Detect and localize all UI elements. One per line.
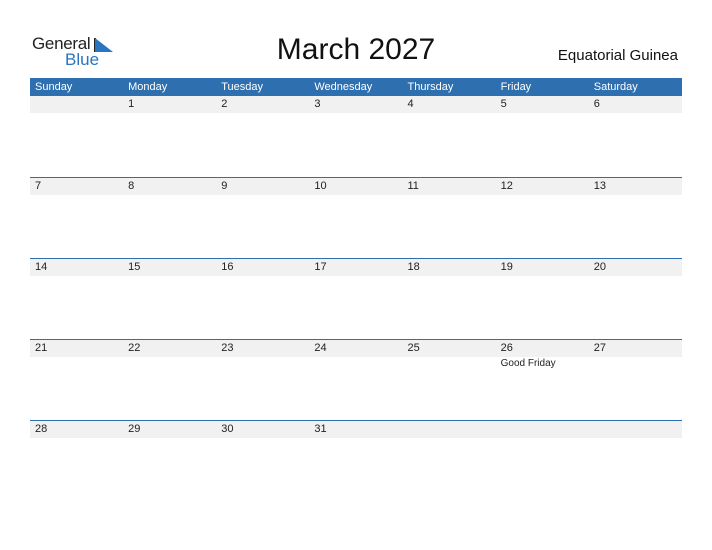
weekday-tuesday: Tuesday (221, 81, 264, 93)
week-row: 1 2 3 4 5 6 (30, 96, 682, 177)
day-number: 31 (314, 423, 327, 435)
holiday-label (403, 357, 496, 371)
day-number: 18 (407, 261, 420, 273)
day-number: 1 (128, 98, 135, 110)
week-row: 28 29 30 31 (30, 420, 682, 501)
day-number: 7 (35, 180, 42, 192)
holiday-label (123, 357, 216, 371)
day-number: 10 (314, 180, 327, 192)
day-number: 15 (128, 261, 141, 273)
weekday-thursday: Thursday (407, 81, 454, 93)
day-number: 2 (221, 98, 228, 110)
day-number: 25 (407, 342, 420, 354)
day-number: 3 (314, 98, 321, 110)
day-number: 14 (35, 261, 48, 273)
week-row: 7 8 9 10 11 12 13 (30, 177, 682, 258)
holiday-label (216, 357, 309, 371)
country-label: Equatorial Guinea (557, 47, 678, 64)
date-strip: 1 2 3 4 5 6 (30, 96, 682, 113)
day-number: 6 (593, 98, 600, 110)
day-number: 24 (314, 342, 327, 354)
day-number (496, 421, 589, 438)
day-number: 4 (407, 98, 414, 110)
date-strip: 14 15 16 17 18 19 20 (30, 258, 682, 276)
day-number: 26 (500, 342, 513, 354)
day-number: 19 (500, 261, 513, 273)
date-strip: 28 29 30 31 (30, 420, 682, 438)
week-row: 14 15 16 17 18 19 20 (30, 258, 682, 339)
holiday-label (309, 357, 402, 371)
weekday-saturday: Saturday (593, 81, 638, 93)
day-number: 17 (314, 261, 327, 273)
date-strip: 7 8 9 10 11 12 13 (30, 177, 682, 195)
weekday-wednesday: Wednesday (314, 81, 373, 93)
weekday-monday: Monday (128, 81, 168, 93)
weekday-header: Sunday Monday Tuesday Wednesday Thursday… (30, 78, 682, 96)
day-number: 22 (128, 342, 141, 354)
day-number: 16 (221, 261, 234, 273)
day-number: 9 (221, 180, 228, 192)
day-number: 5 (500, 98, 507, 110)
day-number (30, 96, 123, 113)
day-number: 21 (35, 342, 48, 354)
holiday-label (30, 357, 123, 371)
week-row: 21 22 23 24 25 26 27 Good Friday (30, 339, 682, 420)
events-row: Good Friday (30, 357, 682, 371)
day-number: 27 (593, 342, 606, 354)
day-number (403, 421, 496, 438)
day-number: 30 (221, 423, 234, 435)
day-number: 12 (500, 180, 513, 192)
holiday-label (589, 357, 682, 371)
day-number: 28 (35, 423, 48, 435)
weekday-sunday: Sunday (35, 81, 73, 93)
day-number: 13 (593, 180, 606, 192)
holiday-label: Good Friday (500, 358, 556, 369)
calendar-grid: Sunday Monday Tuesday Wednesday Thursday… (30, 78, 682, 501)
date-strip: 21 22 23 24 25 26 27 (30, 339, 682, 357)
day-number: 20 (593, 261, 606, 273)
day-number: 8 (128, 180, 135, 192)
weekday-friday: Friday (500, 81, 532, 93)
day-number (589, 421, 682, 438)
day-number: 29 (128, 423, 141, 435)
day-number: 23 (221, 342, 234, 354)
day-number: 11 (407, 180, 419, 192)
